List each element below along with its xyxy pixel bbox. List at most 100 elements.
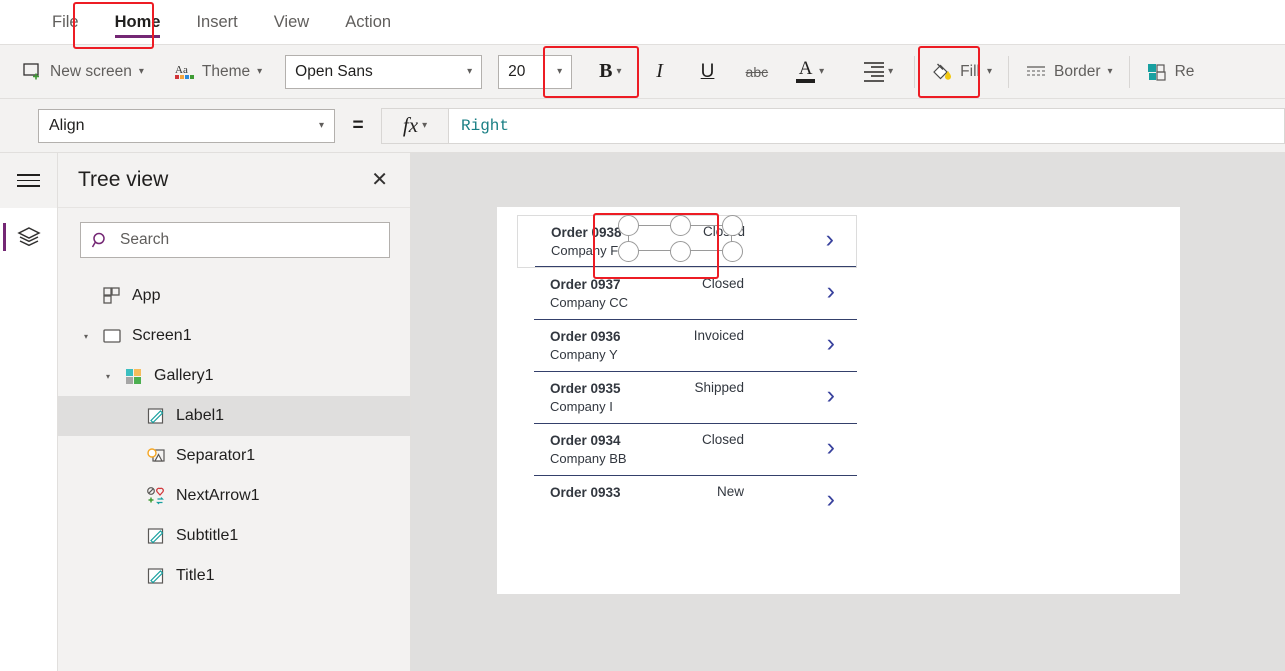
tree-item-label: Gallery1 — [154, 367, 214, 384]
tab-file[interactable]: File — [34, 0, 97, 45]
row-status-label: New — [716, 484, 744, 499]
tab-insert[interactable]: Insert — [178, 0, 255, 45]
design-canvas: Order 0938 Company F Closed › Order 0937 — [411, 153, 1285, 671]
next-arrow-icon[interactable]: › — [827, 485, 835, 514]
tree-item-label: Screen1 — [132, 327, 192, 344]
label1-selection-overlay[interactable] — [617, 215, 743, 262]
menu-toggle-button[interactable] — [0, 153, 57, 208]
tree-item-nextarrow1[interactable]: NextArrow1 — [58, 476, 410, 516]
tree-search-wrapper — [58, 208, 410, 268]
italic-button[interactable]: I — [643, 52, 677, 92]
chevron-down-icon: ▾ — [616, 65, 622, 77]
font-color-button[interactable]: A ▾ — [789, 52, 831, 92]
active-tab-underline — [114, 35, 161, 38]
close-icon[interactable]: ✕ — [367, 166, 392, 194]
hamburger-icon — [17, 174, 40, 187]
fx-icon: fx — [402, 113, 419, 137]
tree-item-gallery1[interactable]: ▾ Gallery1 — [58, 356, 410, 396]
tab-action[interactable]: Action — [327, 0, 409, 45]
property-select[interactable]: Align ▾ — [38, 108, 335, 143]
next-arrow-icon[interactable]: › — [827, 329, 835, 358]
text-align-button[interactable]: ▾ — [857, 52, 900, 92]
fill-label: Fill — [960, 62, 980, 80]
gallery1[interactable]: Order 0938 Company F Closed › Order 0937 — [517, 215, 857, 525]
theme-label: Theme — [201, 62, 251, 80]
tree-caret-expanded[interactable]: ▾ — [102, 372, 114, 381]
gallery-row[interactable]: Order 0935 Company I Shipped › — [517, 372, 857, 424]
resize-handle-top-right[interactable] — [721, 215, 743, 236]
next-arrow-icon[interactable]: › — [827, 433, 835, 462]
strikethrough-icon: abc — [745, 63, 769, 80]
app-icon — [101, 285, 123, 307]
tree-item-screen1[interactable]: ▾ Screen1 — [58, 316, 410, 356]
theme-button[interactable]: Aa Theme ▾ — [164, 45, 272, 99]
row-title: Order 0934 — [550, 433, 621, 448]
tree-item-label1[interactable]: Label1 — [58, 396, 410, 436]
formula-input[interactable]: Right — [449, 107, 1285, 144]
reorder-button[interactable]: Re — [1136, 45, 1205, 99]
gallery-icon — [123, 365, 145, 387]
row-title: Order 0933 — [550, 485, 621, 500]
tab-home[interactable]: Home — [97, 0, 179, 45]
shape-icon — [145, 445, 167, 467]
icons-icon — [145, 485, 167, 507]
svg-text:Aa: Aa — [175, 64, 188, 76]
chevron-down-icon: ▾ — [557, 65, 563, 77]
property-value: Align — [49, 116, 85, 134]
fx-button[interactable]: fx ▾ — [381, 107, 449, 144]
font-color-icon: A — [796, 59, 816, 84]
tab-view-label: View — [273, 13, 310, 31]
toolbar-divider — [1008, 55, 1010, 88]
resize-handle-bottom-right[interactable] — [721, 240, 743, 262]
fill-button[interactable]: Fill ▾ — [921, 45, 1002, 99]
next-arrow-icon[interactable]: › — [827, 277, 835, 306]
tab-view[interactable]: View — [256, 0, 327, 45]
border-button[interactable]: Border ▾ — [1015, 45, 1123, 99]
font-family-select[interactable]: Open Sans ▾ — [285, 54, 483, 89]
row-status-label: Closed — [701, 432, 744, 447]
font-size-value: 20 — [508, 62, 526, 80]
gallery-row[interactable]: Order 0936 Company Y Invoiced › — [517, 320, 857, 372]
gallery-row[interactable]: Order 0937 Company CC Closed › — [517, 268, 857, 320]
strikethrough-button[interactable]: abc — [739, 52, 776, 92]
tree-view-rail-button[interactable] — [0, 208, 57, 266]
next-arrow-icon[interactable]: › — [827, 381, 835, 410]
tree-item-label: NextArrow1 — [176, 487, 260, 504]
tree-item-app[interactable]: App — [58, 276, 410, 316]
home-toolbar: New screen ▾ Aa Theme ▾ Open Sans ▾ 20 ▾… — [0, 45, 1285, 99]
tree-caret-expanded[interactable]: ▾ — [80, 332, 92, 341]
bold-button[interactable]: B ▾ — [592, 52, 628, 92]
tab-action-label: Action — [345, 13, 392, 31]
row-subtitle: Company Y — [550, 347, 618, 362]
gallery-row[interactable]: Order 0938 Company F Closed › — [517, 215, 857, 268]
formula-bar: Align ▾ = fx ▾ Right — [0, 99, 1285, 153]
resize-handle-bottom-center[interactable] — [669, 240, 691, 262]
ribbon-tabs: File Home Insert View Action — [0, 0, 1285, 45]
bold-icon: B — [599, 60, 613, 82]
tree-item-label: Separator1 — [176, 447, 256, 464]
app-screen[interactable]: Order 0938 Company F Closed › Order 0937 — [497, 207, 1180, 594]
resize-handle-top-left[interactable] — [617, 215, 639, 236]
new-screen-button[interactable]: New screen ▾ — [0, 45, 154, 99]
gallery-row[interactable]: Order 0934 Company BB Closed › — [517, 424, 857, 476]
row-subtitle: Company BB — [550, 451, 627, 466]
tree-item-subtitle1[interactable]: Subtitle1 — [58, 516, 410, 556]
chevron-down-icon: ▾ — [1107, 65, 1113, 77]
resize-handle-top-center[interactable] — [669, 215, 691, 236]
tree-search-box[interactable] — [80, 222, 390, 258]
next-arrow-icon[interactable]: › — [826, 225, 834, 254]
resize-handle-bottom-left[interactable] — [617, 240, 639, 262]
chevron-down-icon: ▾ — [986, 65, 993, 77]
search-input[interactable] — [120, 231, 379, 249]
theme-icon: Aa — [174, 61, 195, 82]
tree-view-title: Tree view — [78, 168, 169, 191]
border-label: Border — [1054, 62, 1101, 80]
font-size-select[interactable]: 20 ▾ — [498, 54, 573, 89]
tree-item-separator1[interactable]: Separator1 — [58, 436, 410, 476]
tree-item-label: Label1 — [176, 407, 225, 424]
italic-icon: I — [656, 60, 663, 82]
search-icon — [91, 231, 110, 250]
tree-item-title1[interactable]: Title1 — [58, 556, 410, 596]
gallery-row[interactable]: Order 0933 New › — [517, 476, 857, 525]
underline-button[interactable]: U — [691, 52, 725, 92]
